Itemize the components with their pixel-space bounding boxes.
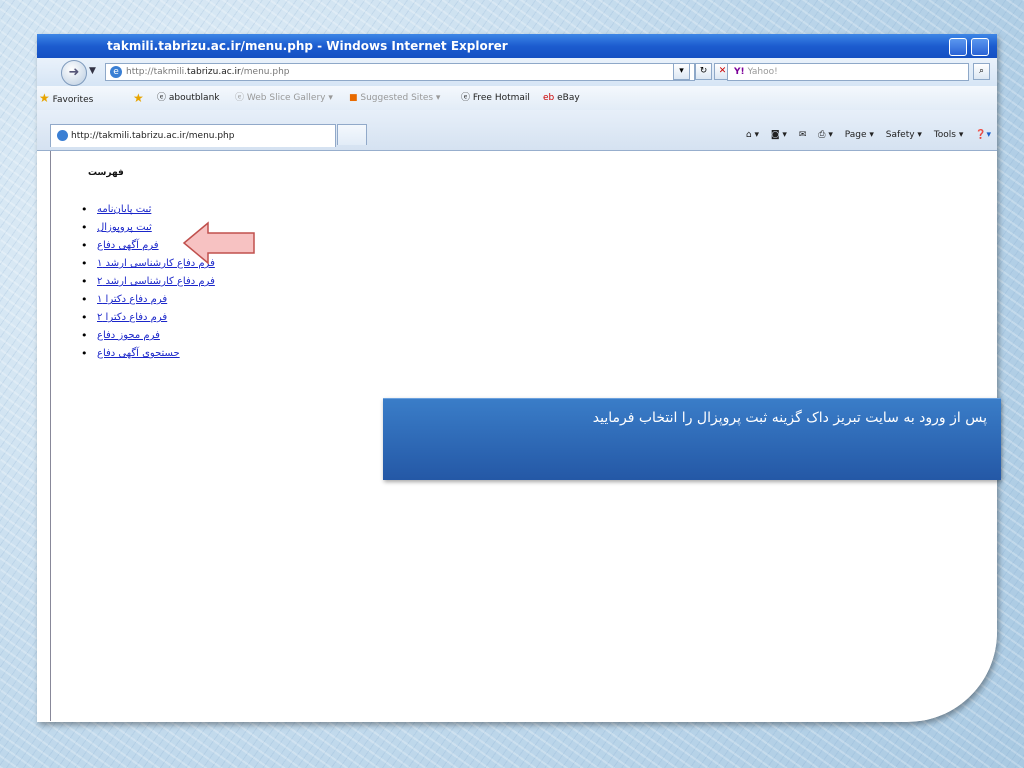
command-bar: ⌂ ▾ ◙ ▾ ✉ ⎙ ▾ Page ▾ Safety ▾ Tools ▾ ❓▾ xyxy=(737,124,991,146)
feeds-icon[interactable]: ◙ ▾ xyxy=(771,130,787,140)
refresh-icon[interactable]: ↻ xyxy=(695,63,712,80)
forward-arrow-icon: ➜ xyxy=(68,65,80,80)
star-icon: ★ xyxy=(39,91,50,105)
page-menu[interactable]: Page ▾ xyxy=(845,130,874,140)
favorite-label: aboutblank xyxy=(168,93,220,103)
url-prefix: http://takmili. xyxy=(126,67,187,77)
instruction-callout: پس از ورود به سایت تبریز داک گزینه ثبت پ… xyxy=(383,398,1001,480)
link-phd-defense-form-2[interactable]: فرم دفاع دکترا ۲ xyxy=(97,312,167,323)
history-dropdown-icon[interactable]: ▼ xyxy=(89,66,96,76)
callout-text: پس از ورود به سایت تبریز داک گزینه ثبت پ… xyxy=(592,410,987,426)
address-bar[interactable]: e http://takmili.tabrizu.ac.ir/menu.php xyxy=(105,63,695,81)
favorite-suggested-sites[interactable]: ■ Suggested Sites ▾ xyxy=(349,86,440,110)
link-masters-defense-form-2[interactable]: فرم دفاع کارشناسی ارشد ۲ xyxy=(97,276,215,287)
favorite-free-hotmail[interactable]: ⓔ Free Hotmail xyxy=(461,86,530,110)
yahoo-logo: Y! xyxy=(734,67,745,77)
link-proposal-register[interactable]: ثبت پروپوزال xyxy=(97,222,152,233)
list-item: فرم دفاع کارشناسی ارشد ۲ xyxy=(77,273,215,291)
link-defense-permit-form[interactable]: فرم مجوز دفاع xyxy=(97,330,160,341)
add-favorite-icon[interactable]: ★ xyxy=(133,86,144,112)
mail-icon[interactable]: ✉ xyxy=(799,130,807,140)
pointer-arrow-icon xyxy=(182,221,255,265)
address-toolbar: ➜ ▼ e http://takmili.tabrizu.ac.ir/menu.p… xyxy=(37,58,997,86)
link-thesis-register[interactable]: ثبت پایان‌نامه xyxy=(97,204,151,215)
tab-menu-page[interactable]: http://takmili.tabrizu.ac.ir/menu.php xyxy=(50,124,336,147)
tools-menu[interactable]: Tools ▾ xyxy=(934,130,964,140)
favorite-aboutblank[interactable]: ⓔ aboutblank xyxy=(157,86,220,110)
home-icon[interactable]: ⌂ ▾ xyxy=(746,130,759,140)
favorites-label: Favorites xyxy=(52,95,94,105)
favorites-bar: ★ Favorites ★ ⓔ aboutblank ⓔ Web Slice G… xyxy=(37,86,997,110)
window-title-bar: takmili.tabrizu.ac.ir/menu.php - Windows… xyxy=(37,34,997,58)
ie-page-icon: e xyxy=(110,66,122,78)
favorite-label: eBay xyxy=(557,93,580,103)
print-icon[interactable]: ⎙ ▾ xyxy=(818,130,833,140)
help-icon[interactable]: ❓▾ xyxy=(975,130,991,140)
favorite-label: Suggested Sites ▾ xyxy=(360,93,441,103)
list-item: فرم دفاع دکترا ۱ xyxy=(77,291,215,309)
search-icon[interactable]: ⌕ xyxy=(973,63,990,80)
forward-button[interactable]: ➜ xyxy=(61,60,87,86)
favorite-label: Web Slice Gallery ▾ xyxy=(246,93,333,103)
minimize-button[interactable] xyxy=(949,38,967,56)
page-heading: فهرست xyxy=(88,168,124,178)
list-item: جستجوی آگهی دفاع xyxy=(77,345,215,363)
url-domain: tabrizu.ac.ir xyxy=(186,67,241,77)
new-tab-button[interactable] xyxy=(337,124,367,145)
maximize-button[interactable] xyxy=(971,38,989,56)
ie-tab-icon xyxy=(57,130,68,141)
safety-menu[interactable]: Safety ▾ xyxy=(886,130,922,140)
link-search-defense-notice[interactable]: جستجوی آگهی دفاع xyxy=(97,348,180,359)
url-suffix: /menu.php xyxy=(240,67,290,77)
favorite-ebay[interactable]: eb eBay xyxy=(543,86,580,110)
list-item: ثبت پایان‌نامه xyxy=(77,201,215,219)
search-placeholder: Yahoo! xyxy=(747,67,778,77)
browser-screenshot-frame: takmili.tabrizu.ac.ir/menu.php - Windows… xyxy=(37,34,997,722)
tab-label: http://takmili.tabrizu.ac.ir/menu.php xyxy=(71,131,235,141)
list-item: فرم دفاع دکترا ۲ xyxy=(77,309,215,327)
window-title: takmili.tabrizu.ac.ir/menu.php - Windows… xyxy=(107,39,508,53)
favorite-web-slice-gallery[interactable]: ⓔ Web Slice Gallery ▾ xyxy=(235,86,333,110)
favorites-button[interactable]: ★ Favorites xyxy=(39,86,93,112)
tab-bar: http://takmili.tabrizu.ac.ir/menu.php ⌂ … xyxy=(37,110,997,151)
address-dropdown-icon[interactable]: ▾ xyxy=(673,63,690,80)
link-phd-defense-form-1[interactable]: فرم دفاع دکترا ۱ xyxy=(97,294,167,305)
link-defense-notice-form[interactable]: فرم آگهی دفاع xyxy=(97,240,159,251)
search-input[interactable]: Y! Yahoo! xyxy=(727,63,969,81)
favorite-label: Free Hotmail xyxy=(472,93,530,103)
list-item: فرم مجوز دفاع xyxy=(77,327,215,345)
